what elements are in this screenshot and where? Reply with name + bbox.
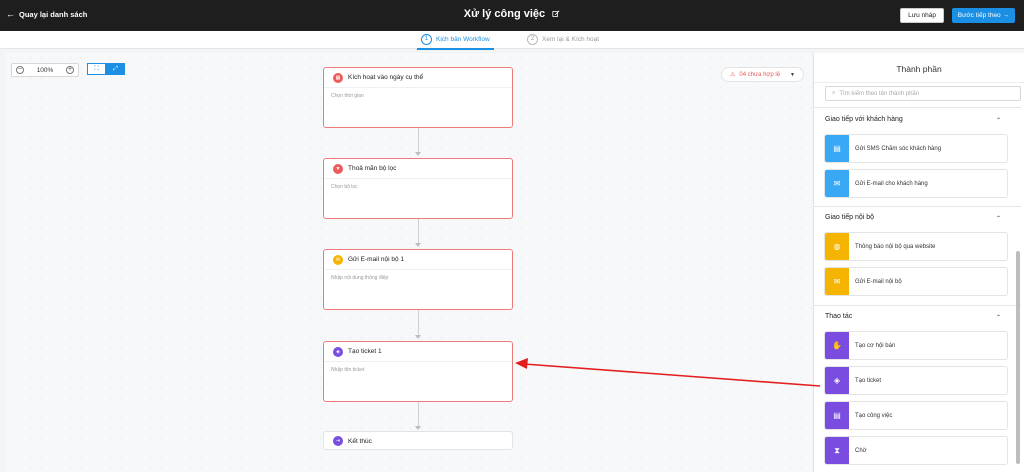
component-create-opportunity[interactable]: ✋ Tạo cơ hội bán <box>824 331 1008 360</box>
step-number: 2 <box>527 34 538 45</box>
zoom-level: 100% <box>36 66 54 74</box>
node-placeholder: Nhập tên ticket <box>331 367 365 373</box>
search-icon: ⌕ <box>832 90 836 96</box>
hourglass-icon: ⧗ <box>825 437 849 464</box>
caret-down-icon: ▼ <box>790 71 795 78</box>
node-header: ▼ Thoả mãn bộ lọc <box>324 159 512 179</box>
warning-icon: ⚠ <box>730 72 736 78</box>
filter-icon: ▼ <box>333 163 343 174</box>
component-label: Gửi E-mail cho khách hàng <box>855 180 928 187</box>
section-divider <box>813 107 1021 108</box>
step-number: 1 <box>421 34 432 45</box>
collapse-chevron-icon[interactable]: ⌃ <box>996 215 1001 222</box>
fullscreen-icon[interactable]: ⤢ <box>106 63 125 75</box>
connector-line <box>418 127 419 154</box>
panel-scrollbar[interactable] <box>1016 251 1020 464</box>
workflow-node-filter[interactable]: ▼ Thoả mãn bộ lọc Chọn bộ lọc <box>323 158 513 219</box>
top-bar: ← Quay lại danh sách Xử lý công việc Lưu… <box>0 0 1024 31</box>
workflow-node-trigger[interactable]: ▦ Kích hoạt vào ngày cụ thể Chọn thời gi… <box>323 67 513 128</box>
edit-icon[interactable] <box>552 10 560 18</box>
invalid-label: 04 chưa hợp lệ <box>739 71 781 78</box>
node-header: ◈ Tạo ticket 1 <box>324 342 512 362</box>
fit-view-icon[interactable]: ⛶ <box>87 63 106 75</box>
section-title-customer: Giao tiếp với khách hàng <box>825 116 903 123</box>
arrow-right-icon: → <box>1002 12 1010 19</box>
collapse-chevron-icon[interactable]: ⌃ <box>996 117 1001 124</box>
tab-review[interactable]: 2 Xem lại & Kích hoạt <box>527 34 599 45</box>
connector-arrow-icon <box>415 152 421 156</box>
ticket-icon: ◈ <box>333 346 343 357</box>
component-send-email-customer[interactable]: ✉ Gửi E-mail cho khách hàng <box>824 169 1008 198</box>
node-title: Kết thúc <box>348 437 372 445</box>
task-icon: ▤ <box>825 402 849 429</box>
node-placeholder: Chọn bộ lọc <box>331 184 358 190</box>
section-title-internal: Giao tiếp nội bộ <box>825 214 875 221</box>
tab-workflow[interactable]: 1 Kịch bản Workflow <box>417 34 494 50</box>
save-draft-button[interactable]: Lưu nháp <box>900 8 944 23</box>
component-send-email-internal[interactable]: ✉ Gửi E-mail nội bộ <box>824 267 1008 296</box>
mail-icon: ✉ <box>825 170 849 197</box>
panel-title: Thành phần <box>896 64 942 74</box>
divider <box>814 82 1024 83</box>
component-label: Gửi SMS Chăm sóc khách hàng <box>855 145 942 152</box>
component-wait[interactable]: ⧗ Chờ <box>824 436 1008 465</box>
component-label: Thông báo nội bộ qua website <box>855 243 936 250</box>
zoom-out-icon[interactable]: − <box>16 66 24 74</box>
workflow-node-email[interactable]: ✉ Gửi E-mail nội bộ 1 Nhập nội dung thôn… <box>323 249 513 310</box>
step-label: Xem lại & Kích hoạt <box>542 36 600 43</box>
view-toggle: ⛶ ⤢ <box>87 63 125 75</box>
next-step-label: Bước tiếp theo <box>957 12 1001 19</box>
calendar-icon: ▦ <box>333 72 343 83</box>
node-title: Kích hoạt vào ngày cụ thể <box>348 74 424 81</box>
node-header: ▦ Kích hoạt vào ngày cụ thể <box>324 68 512 88</box>
connector-arrow-icon <box>415 243 421 247</box>
collapse-chevron-icon[interactable]: ⌃ <box>996 314 1001 321</box>
steps-bar: 1 Kịch bản Workflow 2 Xem lại & Kích hoạ… <box>0 31 1024 50</box>
handshake-icon: ✋ <box>825 332 849 359</box>
node-title: Gửi E-mail nội bộ 1 <box>348 256 405 263</box>
component-search-input[interactable]: ⌕ Tìm kiếm theo tên thành phần <box>825 86 1021 101</box>
node-placeholder: Nhập nội dung thông điệp <box>331 275 389 281</box>
page-title: Xử lý công việc <box>0 8 1024 20</box>
node-placeholder: Chọn thời gian <box>331 93 364 99</box>
component-create-ticket[interactable]: ◈ Tạo ticket <box>824 366 1008 395</box>
globe-icon: ◍ <box>825 233 849 260</box>
mail-icon: ✉ <box>825 268 849 295</box>
exit-icon: ⇥ <box>333 436 343 446</box>
component-label: Tạo công việc <box>855 412 893 419</box>
page-title-text: Xử lý công việc <box>463 8 546 20</box>
node-header: ✉ Gửi E-mail nội bộ 1 <box>324 250 512 270</box>
connector-line <box>418 401 419 428</box>
connector-arrow-icon <box>415 335 421 339</box>
zoom-control: − 100% + <box>11 63 79 77</box>
step-label: Kịch bản Workflow <box>436 36 490 43</box>
node-header: ⇥ Kết thúc <box>324 432 512 450</box>
node-title: Thoả mãn bộ lọc <box>348 165 397 172</box>
connector-line <box>418 310 419 337</box>
search-placeholder: Tìm kiếm theo tên thành phần <box>839 90 920 97</box>
mail-icon: ✉ <box>333 254 343 265</box>
node-title: Tạo ticket 1 <box>348 348 382 355</box>
component-label: Tạo ticket <box>855 377 882 384</box>
connector-arrow-icon <box>415 426 421 430</box>
workflow-node-end[interactable]: ⇥ Kết thúc <box>323 431 513 450</box>
component-label: Chờ <box>855 447 867 454</box>
component-send-sms[interactable]: ▤ Gửi SMS Chăm sóc khách hàng <box>824 134 1008 163</box>
section-divider <box>813 305 1021 306</box>
section-divider <box>813 206 1021 207</box>
zoom-in-icon[interactable]: + <box>66 66 74 74</box>
component-label: Tạo cơ hội bán <box>855 342 896 349</box>
workflow-node-ticket[interactable]: ◈ Tạo ticket 1 Nhập tên ticket <box>323 341 513 402</box>
ticket-icon: ◈ <box>825 367 849 394</box>
sms-icon: ▤ <box>825 135 849 162</box>
component-create-task[interactable]: ▤ Tạo công việc <box>824 401 1008 430</box>
section-title-actions: Thao tác <box>825 313 853 320</box>
connector-line <box>418 218 419 245</box>
component-web-notification[interactable]: ◍ Thông báo nội bộ qua website <box>824 232 1008 261</box>
invalid-count-dropdown[interactable]: ⚠ 04 chưa hợp lệ ▼ <box>721 67 804 82</box>
next-step-button[interactable]: Bước tiếp theo → <box>951 8 1015 23</box>
component-label: Gửi E-mail nội bộ <box>855 278 902 285</box>
